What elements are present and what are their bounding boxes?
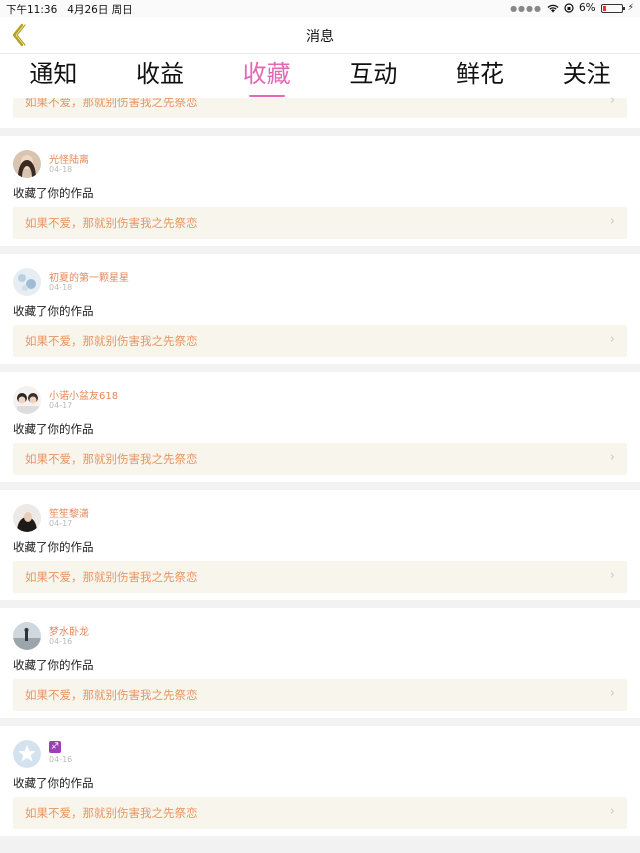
- work-title: 如果不爱，那就别伤害我之先祭恋: [25, 216, 198, 230]
- chevron-right-icon: ›: [609, 686, 615, 701]
- battery-icon: [600, 3, 625, 13]
- action-text: 收藏了你的作品: [13, 304, 94, 318]
- status-time: 下午11:36: [6, 4, 58, 16]
- user-name[interactable]: 小诺小盆友618: [49, 387, 118, 402]
- user-name[interactable]: 初夏的第一颗星星: [49, 269, 129, 284]
- nav-bar: 消息: [0, 17, 640, 54]
- status-bar: 下午11:36 4月26日 周日 ●●●● 6% ⚡: [0, 0, 640, 17]
- item-date: 04-16: [49, 755, 73, 764]
- action-text: 收藏了你的作品: [13, 540, 94, 554]
- tab-flowers[interactable]: 鲜花: [427, 54, 534, 98]
- tab-following[interactable]: 关注: [533, 54, 640, 98]
- wifi-icon: [547, 4, 559, 12]
- default-avatar[interactable]: [13, 740, 41, 768]
- action-text: 收藏了你的作品: [13, 658, 94, 672]
- status-icons: ●●●● 6% ⚡: [510, 2, 634, 14]
- avatar[interactable]: [13, 504, 41, 532]
- sagittarius-icon: ♐: [49, 741, 61, 753]
- list-item-partial: 如果不爱，那就别伤害我之先祭恋 ›: [0, 98, 640, 128]
- action-text: 收藏了你的作品: [13, 776, 94, 790]
- chevron-right-icon: ›: [609, 450, 615, 465]
- work-title: 如果不爱，那就别伤害我之先祭恋: [25, 806, 198, 820]
- work-quote-link[interactable]: 如果不爱，那就别伤害我之先祭恋 ›: [13, 98, 627, 118]
- list-item: 梦水卧龙 04-16 收藏了你的作品 如果不爱，那就别伤害我之先祭恋 ›: [0, 608, 640, 718]
- item-date: 04-18: [49, 283, 73, 292]
- message-list[interactable]: 如果不爱，那就别伤害我之先祭恋 › 光怪陆离 04-18 收藏了你的作品 如果不…: [0, 98, 640, 853]
- user-name[interactable]: 笙笙黎潇: [49, 505, 89, 520]
- tab-notifications[interactable]: 通知: [0, 54, 107, 98]
- chevron-right-icon: ›: [609, 804, 615, 819]
- work-quote-link[interactable]: 如果不爱，那就别伤害我之先祭恋 ›: [13, 207, 627, 239]
- work-quote-link[interactable]: 如果不爱，那就别伤害我之先祭恋 ›: [13, 325, 627, 357]
- tab-favorites[interactable]: 收藏: [213, 54, 320, 98]
- chevron-right-icon: ›: [609, 332, 615, 347]
- chevron-right-icon: ›: [609, 98, 615, 108]
- item-date: 04-18: [49, 165, 73, 174]
- work-quote-link[interactable]: 如果不爱，那就别伤害我之先祭恋 ›: [13, 443, 627, 475]
- item-date: 04-16: [49, 637, 73, 646]
- status-time-date: 下午11:36 4月26日 周日: [6, 2, 133, 17]
- signal-dots-icon: ●●●●: [510, 3, 542, 13]
- page-title: 消息: [306, 29, 334, 45]
- work-title: 如果不爱，那就别伤害我之先祭恋: [25, 334, 198, 348]
- tab-earnings[interactable]: 收益: [107, 54, 214, 98]
- list-item: 光怪陆离 04-18 收藏了你的作品 如果不爱，那就别伤害我之先祭恋 ›: [0, 136, 640, 246]
- tab-bar: 通知 收益 收藏 互动 鲜花 关注: [0, 54, 640, 98]
- charging-icon: ⚡: [627, 3, 634, 13]
- battery-percent: 6%: [579, 2, 596, 14]
- list-item: 笙笙黎潇 04-17 收藏了你的作品 如果不爱，那就别伤害我之先祭恋 ›: [0, 490, 640, 600]
- list-item: ♐ 04-16 收藏了你的作品 如果不爱，那就别伤害我之先祭恋 ›: [0, 726, 640, 836]
- status-date: 4月26日 周日: [67, 4, 133, 16]
- item-date: 04-17: [49, 401, 73, 410]
- avatar[interactable]: [13, 622, 41, 650]
- list-item: 初夏的第一颗星星 04-18 收藏了你的作品 如果不爱，那就别伤害我之先祭恋 ›: [0, 254, 640, 364]
- work-quote-link[interactable]: 如果不爱，那就别伤害我之先祭恋 ›: [13, 561, 627, 593]
- user-name[interactable]: 光怪陆离: [49, 151, 89, 166]
- list-item: 小诺小盆友618 04-17 收藏了你的作品 如果不爱，那就别伤害我之先祭恋 ›: [0, 372, 640, 482]
- chevron-right-icon: ›: [609, 568, 615, 583]
- work-title: 如果不爱，那就别伤害我之先祭恋: [25, 98, 198, 109]
- work-title: 如果不爱，那就别伤害我之先祭恋: [25, 688, 198, 702]
- work-quote-link[interactable]: 如果不爱，那就别伤害我之先祭恋 ›: [13, 679, 627, 711]
- work-title: 如果不爱，那就别伤害我之先祭恋: [25, 452, 198, 466]
- avatar[interactable]: [13, 268, 41, 296]
- user-name[interactable]: ♐: [49, 741, 61, 753]
- rotation-lock-icon: [564, 3, 574, 13]
- avatar[interactable]: [13, 386, 41, 414]
- avatar[interactable]: [13, 150, 41, 178]
- tab-interactions[interactable]: 互动: [320, 54, 427, 98]
- chevron-right-icon: ›: [609, 214, 615, 229]
- work-quote-link[interactable]: 如果不爱，那就别伤害我之先祭恋 ›: [13, 797, 627, 829]
- action-text: 收藏了你的作品: [13, 422, 94, 436]
- user-name[interactable]: 梦水卧龙: [49, 623, 89, 638]
- action-text: 收藏了你的作品: [13, 186, 94, 200]
- item-date: 04-17: [49, 519, 73, 528]
- work-title: 如果不爱，那就别伤害我之先祭恋: [25, 570, 198, 584]
